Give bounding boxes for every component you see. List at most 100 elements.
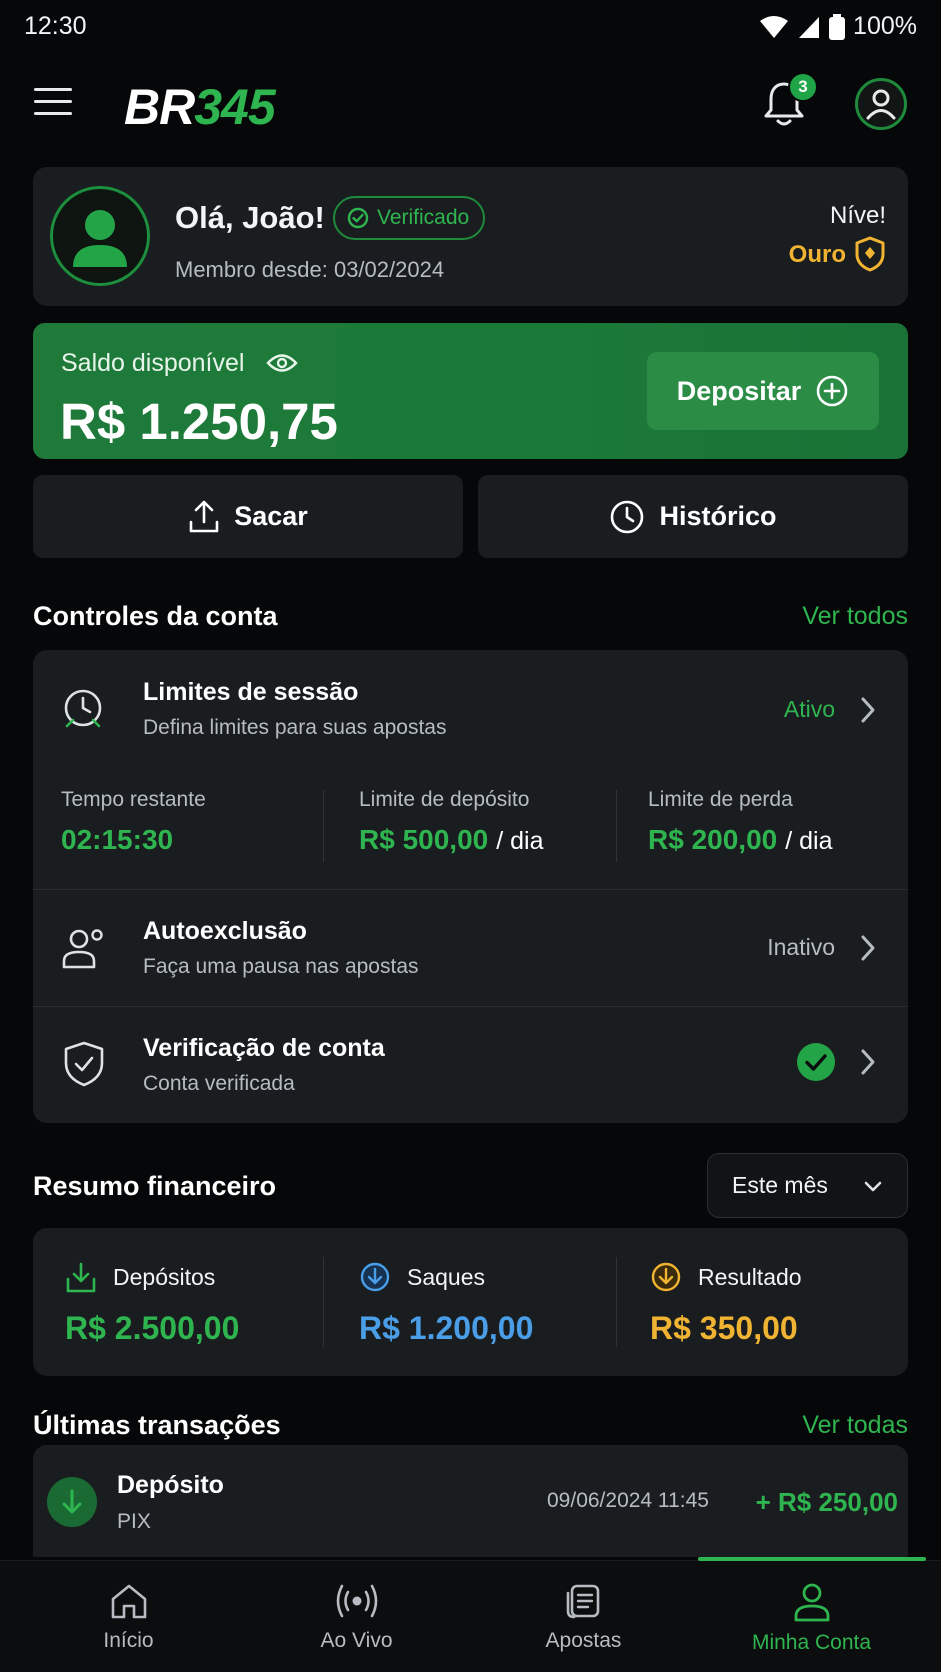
deposit-limit-suffix: / dia — [496, 827, 544, 855]
brand-logo: BR345 — [124, 78, 276, 136]
loss-limit-suffix: / dia — [785, 827, 833, 855]
transaction-amount: + R$ 250,00 — [755, 1487, 898, 1517]
self-exclusion-subtitle: Faça uma pausa nas apostas — [143, 955, 419, 978]
verified-check-icon — [797, 1043, 835, 1081]
stat-label: Limite de perda — [648, 788, 793, 811]
menu-icon[interactable] — [34, 86, 72, 118]
balance-label: Saldo disponível — [61, 349, 245, 377]
balance-amount: R$ 1.250,75 — [60, 393, 338, 450]
level-value: Ouro — [788, 241, 846, 268]
nav-my-account-label: Minha Conta — [751, 1631, 872, 1654]
history-button[interactable]: Histórico — [478, 475, 908, 558]
chevron-right-icon — [859, 696, 877, 724]
see-all-transactions-link[interactable]: Ver todas — [802, 1411, 908, 1440]
plus-circle-icon — [815, 374, 849, 408]
deposit-download-icon — [65, 1261, 97, 1295]
divider — [616, 1257, 617, 1347]
wifi-icon — [759, 15, 789, 39]
result-icon — [650, 1261, 682, 1293]
deposits-value: R$ 2.500,00 — [65, 1310, 240, 1346]
stat-label: Tempo restante — [61, 788, 206, 811]
battery-percent: 100% — [853, 12, 917, 40]
nav-my-account[interactable]: Minha Conta — [694, 1561, 929, 1672]
transaction-method: PIX — [117, 1510, 151, 1533]
self-exclusion-status: Inativo — [767, 934, 835, 960]
session-status: Ativo — [783, 696, 835, 722]
member-since: Membro desde: 03/02/2024 — [175, 257, 445, 282]
bottom-navigation: Início Ao Vivo Apostas Minha Conta — [0, 1557, 941, 1672]
withdrawal-icon — [359, 1261, 391, 1293]
withdraw-label: Sacar — [234, 501, 308, 531]
see-all-controls-link[interactable]: Ver todos — [802, 602, 908, 631]
gold-shield-icon — [854, 236, 886, 272]
loss-limit-value: R$ 200,00 — [648, 824, 778, 855]
signal-icon — [797, 15, 821, 39]
session-limits-title: Limites de sessão — [143, 678, 359, 706]
period-value: Este mês — [732, 1172, 828, 1198]
notification-badge: 3 — [788, 72, 818, 102]
divider — [616, 790, 617, 862]
deposit-limit-value: R$ 500,00 — [359, 824, 489, 855]
verification-subtitle: Conta verificada — [143, 1072, 295, 1095]
profile-avatar-button[interactable] — [855, 78, 907, 130]
deposit-limit: R$ 500,00 / dia — [359, 824, 543, 856]
transaction-type: Depósito — [117, 1471, 224, 1499]
status-bar: 12:30 100% — [0, 0, 941, 52]
chevron-down-icon — [863, 1179, 883, 1193]
history-label: Histórico — [659, 501, 777, 531]
deposit-arrow-icon — [47, 1477, 97, 1527]
account-icon — [792, 1581, 832, 1623]
avatar[interactable] — [50, 186, 150, 286]
check-circle-icon — [347, 207, 369, 229]
status-time: 12:30 — [24, 12, 87, 40]
chevron-right-icon — [859, 1048, 877, 1076]
time-remaining-value: 02:15:30 — [61, 824, 174, 855]
live-icon — [335, 1581, 379, 1621]
result-value: R$ 350,00 — [650, 1310, 798, 1346]
period-select[interactable]: Este mês — [707, 1153, 908, 1218]
nav-live-label: Ao Vivo — [320, 1629, 393, 1652]
stat-label: Limite de depósito — [359, 788, 530, 811]
home-icon — [109, 1581, 149, 1621]
eye-icon[interactable] — [266, 352, 298, 374]
controls-card: Limites de sessão Defina limites para su… — [33, 650, 908, 1123]
account-verification-row[interactable]: Verificação de conta Conta verificada — [33, 1007, 908, 1123]
upload-icon — [188, 500, 220, 534]
divider — [323, 1257, 324, 1347]
timer-icon — [61, 686, 107, 732]
section-title-transactions: Últimas transações — [33, 1410, 281, 1440]
clock-icon — [609, 499, 645, 535]
nav-home[interactable]: Início — [11, 1561, 246, 1672]
summary-label: Saques — [407, 1264, 486, 1290]
verification-title: Verificação de conta — [143, 1034, 385, 1062]
deposit-button[interactable]: Depositar — [647, 352, 879, 430]
self-exclusion-title: Autoexclusão — [143, 917, 307, 945]
session-limits-row[interactable]: Limites de sessão Defina limites para su… — [33, 650, 908, 888]
bets-icon — [564, 1581, 604, 1621]
financial-summary-card: Depósitos R$ 2.500,00 Saques R$ 1.200,00… — [33, 1228, 908, 1376]
nav-bets-label: Apostas — [545, 1629, 622, 1652]
transaction-item[interactable]: Depósito PIX 09/06/2024 11:45 + R$ 250,0… — [33, 1445, 908, 1557]
loss-limit: R$ 200,00 / dia — [648, 824, 832, 856]
withdrawals-value: R$ 1.200,00 — [359, 1310, 534, 1346]
user-avatar-icon — [73, 210, 127, 267]
chevron-right-icon — [859, 934, 877, 962]
shield-check-icon — [61, 1039, 107, 1089]
divider — [323, 790, 324, 862]
self-exclusion-row[interactable]: Autoexclusão Faça uma pausa nas apostas … — [33, 890, 908, 1006]
logo-text-br: BR — [124, 79, 195, 135]
section-title-controls: Controles da conta — [33, 601, 278, 631]
nav-live[interactable]: Ao Vivo — [239, 1561, 474, 1672]
summary-label: Depósitos — [113, 1264, 216, 1290]
battery-icon — [829, 13, 846, 40]
nav-home-label: Início — [103, 1629, 154, 1652]
nav-bets[interactable]: Apostas — [466, 1561, 701, 1672]
verified-badge: Verificado — [333, 196, 486, 240]
session-limits-subtitle: Defina limites para suas apostas — [143, 716, 447, 739]
summary-label: Resultado — [698, 1264, 802, 1290]
transaction-datetime: 09/06/2024 11:45 — [547, 1489, 709, 1512]
logo-text-number: 345 — [194, 79, 275, 135]
withdraw-button[interactable]: Sacar — [33, 475, 463, 558]
user-pause-icon — [61, 925, 107, 971]
section-title-financial: Resumo financeiro — [33, 1171, 277, 1201]
